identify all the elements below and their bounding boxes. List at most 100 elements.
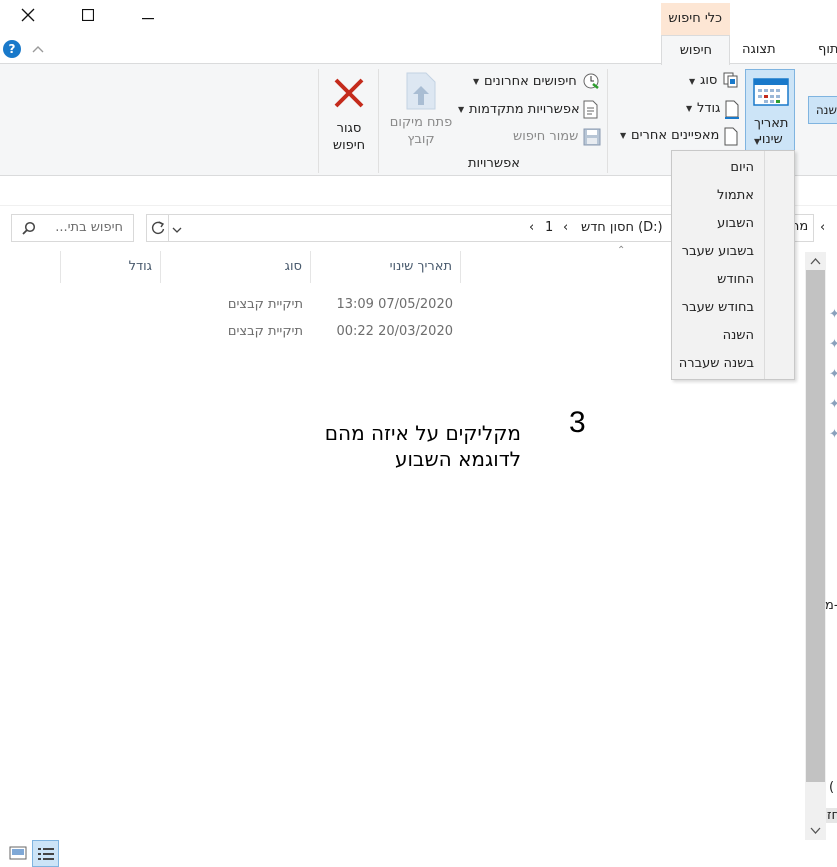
calendar-icon xyxy=(753,78,789,109)
open-location-label-2: קובץ xyxy=(407,132,435,147)
menu-item-last-week[interactable]: בשבוע שעבר xyxy=(682,244,754,259)
chevron-down-icon xyxy=(172,227,182,233)
kind-label: סוג xyxy=(700,73,718,88)
search-icon xyxy=(22,221,36,238)
recent-searches-button[interactable]: ▼ חיפושים אחרונים xyxy=(470,72,602,92)
sort-up-icon: ⌃ xyxy=(617,245,626,256)
collapse-ribbon-button[interactable] xyxy=(32,42,44,56)
close-search-button[interactable]: סגור חיפוש xyxy=(324,69,374,153)
refresh-icon xyxy=(151,221,165,235)
menu-item-this-week[interactable]: השבוע xyxy=(717,216,754,231)
open-file-location-button[interactable]: פתח מיקום קובץ xyxy=(388,69,454,151)
options-group-label: אפשרויות xyxy=(468,156,520,171)
pin-icon[interactable]: ✦ xyxy=(829,397,837,412)
search-box[interactable]: חיפוש בתי... xyxy=(11,214,134,242)
pin-icon[interactable]: ✦ xyxy=(829,337,837,352)
help-icon: ? xyxy=(8,42,16,56)
nav-item-partial[interactable]: ן-מ xyxy=(825,598,837,613)
date-modified-label: תאריך xyxy=(754,116,789,131)
date-modified-label-2: שינוי xyxy=(759,132,783,147)
menu-item-this-year[interactable]: השנה xyxy=(723,328,754,343)
maximize-icon xyxy=(81,8,95,24)
tab-share[interactable]: תוף xyxy=(818,42,837,57)
refresh-button[interactable] xyxy=(147,215,169,241)
advanced-options-icon xyxy=(583,100,599,123)
details-view-button[interactable] xyxy=(9,846,27,863)
large-icons-view-icon xyxy=(9,846,27,860)
other-properties-button[interactable]: ▼ מאפיינים אחרים xyxy=(618,127,742,147)
chevron-down-icon: ▼ xyxy=(620,131,627,140)
path-chevron-icon: ‹ xyxy=(563,220,569,235)
breadcrumb-drive[interactable]: חסון חדש (D:) xyxy=(581,220,663,235)
chevron-up-icon xyxy=(32,42,44,56)
advanced-options-button[interactable]: ▼ אפשרויות מתקדמות xyxy=(455,100,602,120)
chevron-down-icon: ▼ xyxy=(686,104,693,113)
close-search-label-2: חיפוש xyxy=(332,138,366,153)
menu-item-last-month[interactable]: בחודש שעבר xyxy=(682,300,754,315)
column-header-date-modified[interactable]: תאריך שינוי xyxy=(390,259,452,274)
tab-search[interactable]: חיפוש xyxy=(661,35,730,65)
tab-search-label: חיפוש xyxy=(679,43,712,58)
floppy-icon xyxy=(583,128,601,149)
column-separator[interactable] xyxy=(460,251,461,283)
date-modified-button[interactable]: תאריך שינוי ▼ xyxy=(745,69,795,151)
nav-item-partial[interactable]: ( xyxy=(829,780,834,795)
refine-partial-button[interactable]: שנה xyxy=(808,96,837,124)
breadcrumb-overflow[interactable]: ‹ xyxy=(816,217,837,239)
search-tools-group-header: כלי חיפוש xyxy=(661,3,730,35)
size-button[interactable]: ▼ גודל xyxy=(682,100,742,120)
menu-item-this-month[interactable]: החודש xyxy=(717,272,754,287)
column-header-size[interactable]: גודל xyxy=(129,259,152,274)
save-search-button[interactable]: שמור חיפוש xyxy=(505,127,602,147)
row-date: 20/03/2020 00:22 xyxy=(336,324,453,339)
kind-icon xyxy=(723,72,741,93)
nav-item-partial[interactable]: חז xyxy=(826,808,837,823)
chevron-up-icon[interactable] xyxy=(810,254,821,268)
row-date: 07/05/2020 13:09 xyxy=(336,297,453,312)
address-dropdown-button[interactable] xyxy=(172,223,182,237)
minimize-window-button[interactable] xyxy=(120,0,176,32)
chevron-down-icon: ▼ xyxy=(689,77,696,86)
minimize-icon xyxy=(142,9,154,23)
pin-icon[interactable]: ✦ xyxy=(829,367,837,382)
size-label: גודל xyxy=(697,101,721,116)
open-location-label: פתח מיקום xyxy=(389,115,453,130)
nav-pane-scrollbar-thumb[interactable] xyxy=(806,270,825,782)
step-number: 3 xyxy=(569,406,586,439)
menu-gutter xyxy=(764,151,765,379)
close-icon xyxy=(21,8,35,25)
column-header-type[interactable]: סוג xyxy=(285,259,302,274)
refine-partial-label: שנה xyxy=(815,103,837,117)
close-window-button[interactable] xyxy=(0,0,56,32)
close-search-label: סגור xyxy=(336,121,362,136)
kind-button[interactable]: ▼ סוג xyxy=(682,72,742,90)
recent-searches-icon xyxy=(582,72,600,93)
chevron-down-icon: ▼ xyxy=(754,137,761,146)
details-view-icon xyxy=(38,848,54,860)
menu-item-last-year[interactable]: בשנה שעברה xyxy=(679,356,754,371)
open-location-icon xyxy=(406,72,436,113)
column-separator[interactable] xyxy=(60,251,61,283)
maximize-window-button[interactable] xyxy=(60,0,116,32)
pin-icon[interactable]: ✦ xyxy=(829,427,837,442)
column-separator[interactable] xyxy=(160,251,161,283)
properties-icon xyxy=(723,127,739,150)
tab-view[interactable]: תצוגה xyxy=(742,42,776,57)
breadcrumb-folder-1[interactable]: 1 xyxy=(545,220,553,235)
ribbon-separator xyxy=(607,69,608,173)
column-separator[interactable] xyxy=(310,251,311,283)
date-modified-menu: היום אתמול השבוע בשבוע שעבר החודש בחודש … xyxy=(671,150,795,380)
chevron-down-icon[interactable] xyxy=(810,824,821,838)
annotation-line-2: לדוגמא השבוע xyxy=(394,447,521,471)
row-type: תיקיית קבצים xyxy=(227,324,303,339)
ribbon-separator xyxy=(318,69,319,173)
list-view-button[interactable] xyxy=(32,840,59,867)
search-tools-label: כלי חיפוש xyxy=(668,11,722,26)
chevron-down-icon: ▼ xyxy=(473,77,480,86)
path-chevron-icon: ‹ xyxy=(529,220,535,235)
menu-item-yesterday[interactable]: אתמול xyxy=(717,188,754,203)
help-button[interactable]: ? xyxy=(3,40,21,58)
menu-item-today[interactable]: היום xyxy=(730,160,754,175)
pin-icon[interactable]: ✦ xyxy=(829,307,837,322)
advanced-options-label: אפשרויות מתקדמות xyxy=(469,102,580,117)
